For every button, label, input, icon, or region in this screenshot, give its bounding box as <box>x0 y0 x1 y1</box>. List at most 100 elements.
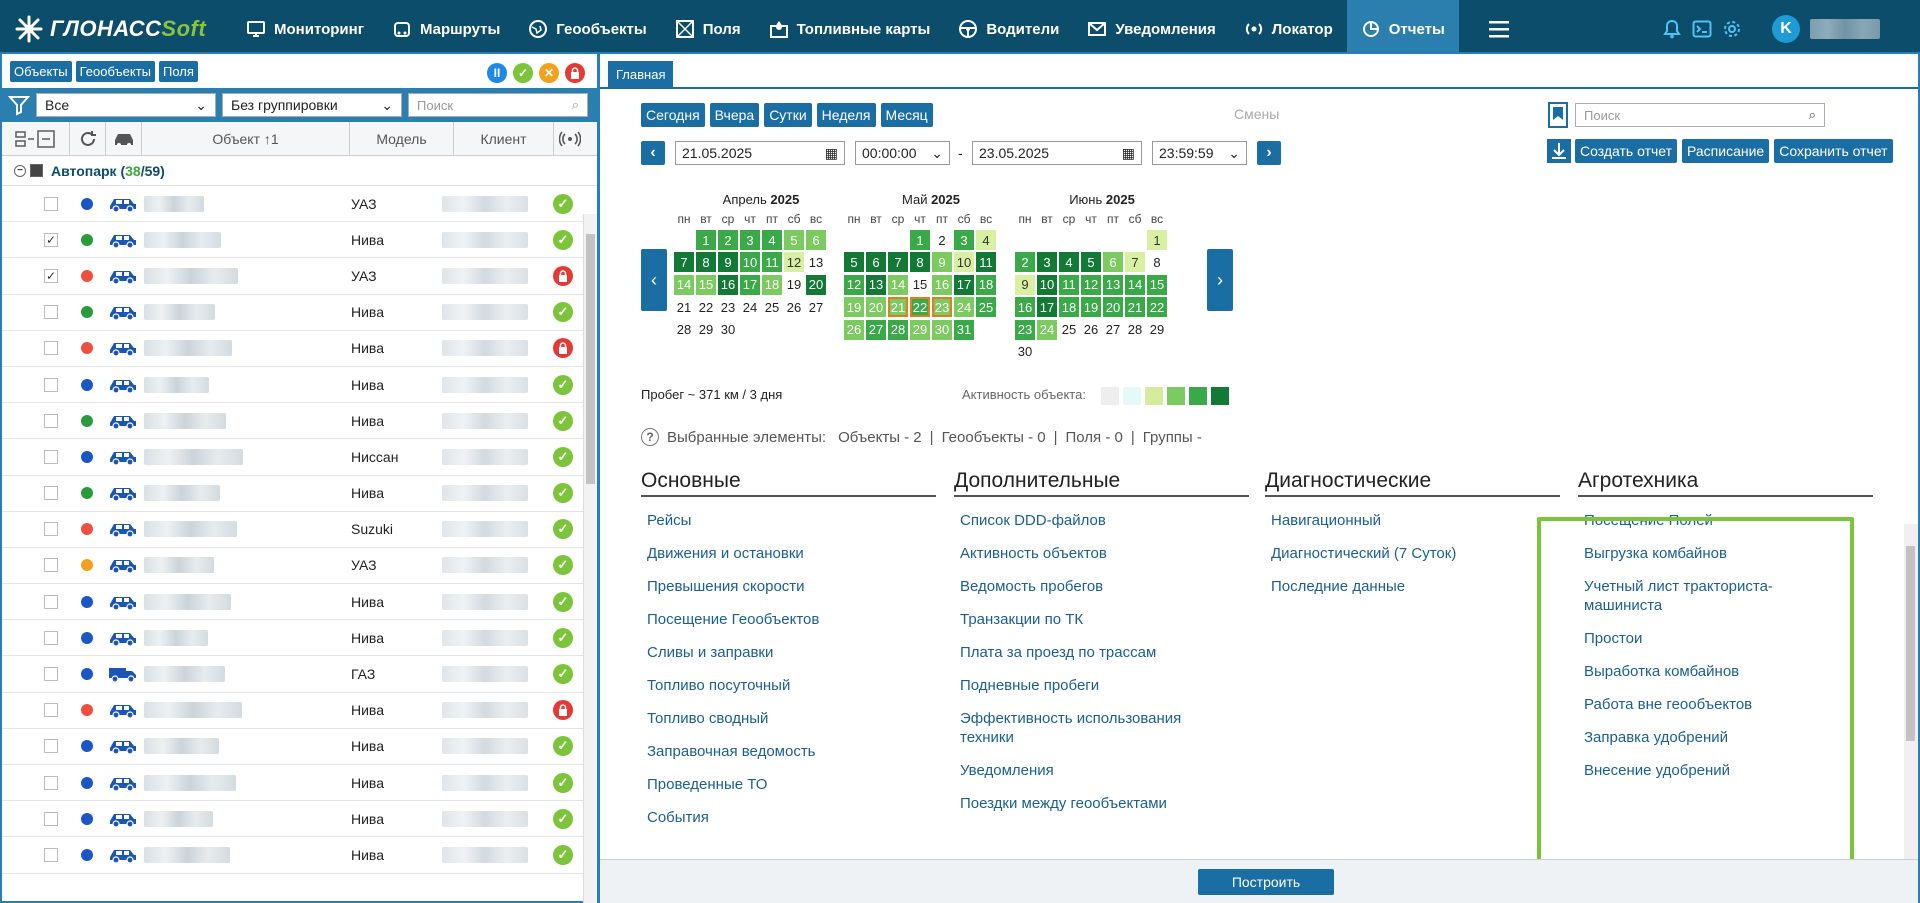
object-name-redacted[interactable] <box>144 557 214 574</box>
calendar-day[interactable]: 13 <box>806 252 826 272</box>
calendar-day[interactable]: 3 <box>1037 252 1057 273</box>
reports-search-input[interactable]: Поиск ⌕ <box>1575 103 1825 127</box>
row-checkbox[interactable] <box>44 630 58 645</box>
calendar-day[interactable]: 25 <box>976 297 996 318</box>
calendar-day[interactable]: 25 <box>1059 320 1079 340</box>
help-icon[interactable]: ? <box>641 428 659 446</box>
nav-item-8[interactable]: Отчеты <box>1346 0 1459 58</box>
table-row[interactable]: Нива ✓ <box>2 620 597 657</box>
hamburger-menu-icon[interactable] <box>1488 0 1517 58</box>
calendar-day[interactable]: 11 <box>1059 274 1079 295</box>
prev-period-button[interactable]: ‹ <box>641 141 665 165</box>
calendar-day[interactable]: 11 <box>762 252 782 273</box>
calendar-day[interactable]: 17 <box>740 274 760 295</box>
calendar-day[interactable]: 4 <box>1059 252 1079 273</box>
table-row[interactable]: Нива ✓ <box>2 403 597 440</box>
report-link[interactable]: Проведенные ТО <box>647 775 887 794</box>
warning-status-icon[interactable]: ✕ <box>539 63 559 83</box>
calendar-day[interactable]: 26 <box>1081 320 1101 340</box>
calendar-day[interactable]: 6 <box>1103 252 1123 273</box>
calendar-day[interactable]: 12 <box>1081 274 1101 295</box>
nav-item-4[interactable]: Топливные карты <box>755 0 945 58</box>
save-report-button[interactable]: Сохранить отчет <box>1774 139 1893 163</box>
row-checkbox[interactable] <box>44 739 58 754</box>
object-name-redacted[interactable] <box>144 485 220 502</box>
report-link[interactable]: Активность объектов <box>960 544 1210 563</box>
calendar-day[interactable]: 21 <box>1125 297 1145 318</box>
calendar-day[interactable]: 15 <box>696 274 716 295</box>
calendar-day[interactable]: 11 <box>976 252 996 273</box>
row-checkbox[interactable] <box>44 811 58 826</box>
month-button[interactable]: Месяц <box>880 103 933 127</box>
calendar-day[interactable]: 3 <box>954 230 974 250</box>
object-name-redacted[interactable] <box>144 412 226 429</box>
object-name-redacted[interactable] <box>144 448 243 465</box>
row-checkbox[interactable] <box>44 703 58 718</box>
date-to-input[interactable]: 23.05.2025 ▦ <box>972 141 1142 165</box>
report-link[interactable]: Транзакции по ТК <box>960 610 1210 629</box>
time-to-select[interactable]: 23:59:59 ⌄ <box>1152 141 1247 165</box>
calendar-day[interactable]: 29 <box>696 320 716 340</box>
report-link[interactable]: Заправочная ведомость <box>647 742 887 761</box>
calendar-day[interactable]: 14 <box>674 274 694 295</box>
calendar-day[interactable]: 13 <box>866 274 886 295</box>
tab-fields[interactable]: Поля <box>159 60 198 82</box>
calendar-day[interactable]: 26 <box>844 319 864 340</box>
build-button[interactable]: Построить <box>1198 869 1334 895</box>
table-row[interactable]: Suzuki ✓ <box>2 512 597 548</box>
calendar-day[interactable]: 23 <box>932 297 952 318</box>
create-report-button[interactable]: Создать отчет <box>1575 139 1678 163</box>
table-row[interactable]: УАЗ ✓ <box>2 186 597 223</box>
report-link[interactable]: Движения и остановки <box>647 544 887 563</box>
object-name-redacted[interactable] <box>144 810 213 827</box>
refresh-icon[interactable] <box>70 121 106 156</box>
row-checkbox[interactable] <box>44 196 58 211</box>
row-checkbox[interactable] <box>44 486 58 501</box>
report-link[interactable]: Превышения скорости <box>647 577 887 596</box>
calendar-day[interactable]: 22 <box>696 297 716 317</box>
calendar-day[interactable]: 28 <box>1125 320 1145 340</box>
filter-select[interactable]: Все ⌄ <box>36 93 216 117</box>
day-button[interactable]: Сутки <box>764 103 812 127</box>
object-name-redacted[interactable] <box>144 521 237 538</box>
user-avatar[interactable]: K <box>1772 15 1800 43</box>
table-row[interactable]: Нива ✓ <box>2 765 597 802</box>
calendar-day[interactable]: 28 <box>888 319 908 340</box>
table-row[interactable]: Нива ✓ <box>2 837 597 874</box>
calendar-day[interactable]: 7 <box>674 252 694 273</box>
object-name-redacted[interactable] <box>144 376 209 393</box>
nav-item-6[interactable]: Уведомления <box>1073 0 1229 58</box>
object-name-redacted[interactable] <box>144 738 219 755</box>
row-checkbox[interactable] <box>44 522 58 537</box>
calendar-day[interactable]: 25 <box>762 297 782 317</box>
report-link[interactable]: Плата за проезд по трассам <box>960 643 1210 662</box>
calendar-day[interactable]: 21 <box>674 297 694 317</box>
calendar-day[interactable]: 7 <box>888 252 908 273</box>
row-checkbox[interactable] <box>44 341 58 356</box>
calendar-day[interactable]: 16 <box>1015 297 1035 318</box>
object-name-redacted[interactable] <box>144 304 215 321</box>
selected-geoobjects[interactable]: Геообъекты - 0 <box>942 429 1046 446</box>
nav-item-0[interactable]: Мониторинг <box>232 0 378 58</box>
report-link[interactable]: Уведомления <box>960 761 1210 780</box>
objects-search-input[interactable]: Поиск ⌕ <box>408 93 588 117</box>
shifts-label[interactable]: Смены <box>1234 106 1279 122</box>
report-link[interactable]: Сливы и заправки <box>647 643 887 662</box>
table-row[interactable]: Нива ✓ <box>2 476 597 512</box>
calendar-day[interactable]: 8 <box>1147 252 1167 272</box>
object-name-redacted[interactable] <box>144 666 225 683</box>
calendar-day[interactable]: 8 <box>910 252 930 273</box>
selected-groups[interactable]: Группы - <box>1143 429 1202 446</box>
schedule-button[interactable]: Расписание <box>1682 139 1770 163</box>
report-link[interactable]: Рейсы <box>647 511 887 530</box>
download-icon[interactable] <box>1547 139 1571 163</box>
table-row[interactable]: ✓ УАЗ <box>2 258 597 295</box>
calendar-day[interactable]: 20 <box>806 274 826 295</box>
yesterday-button[interactable]: Вчера <box>709 103 760 127</box>
calendar-day[interactable]: 23 <box>718 297 738 317</box>
column-header-model[interactable]: Модель <box>350 121 454 156</box>
date-from-input[interactable]: 21.05.2025 ▦ <box>675 141 845 165</box>
nav-item-5[interactable]: Водители <box>944 0 1073 58</box>
calendar-day[interactable]: 27 <box>806 297 826 317</box>
nav-item-2[interactable]: Геообъекты <box>514 0 660 58</box>
